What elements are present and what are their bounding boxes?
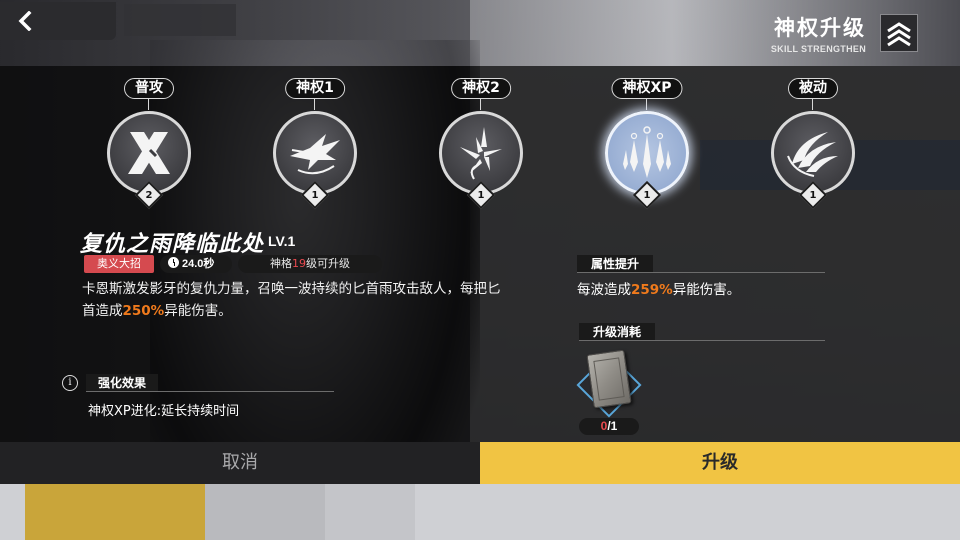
attribute-text: 每波造成259%异能伤害。 [577,282,741,298]
damage-value: 250% [122,303,165,319]
enhance-text: 神权XP进化:延长持续时间 [88,404,240,419]
ultimate-tag: 奥义大招 [84,255,154,273]
background-bottom-bar [0,484,960,540]
upgrade-button[interactable]: 升级 [480,442,960,484]
skill-description: 卡恩斯激发影牙的复仇力量，召唤一波持续的匕首雨攻击敌人，每把匕首造成250%异能… [82,281,501,319]
skill-label: 普攻 [124,78,174,99]
skill-label: 被动 [788,78,838,99]
claw-vortex-icon [787,132,838,177]
cooldown-value: 24.0秒 [182,258,215,270]
title-block: 神权升级 SKILL STRENGTHEN [771,12,866,54]
back-button[interactable] [0,2,116,40]
upgrade-requirement-tag: 神格19级可升级 [238,255,382,273]
cancel-button[interactable]: 取消 [0,442,480,484]
skill-label: 神权XP [611,78,683,99]
skill-tab-skill-1[interactable]: 神权1 1 [270,78,360,210]
required-level: 19 [292,257,306,270]
clock-icon [168,257,179,268]
attribute-title: 属性提升 [577,255,654,273]
rank-badge [880,14,918,52]
skill-label: 神权1 [285,78,345,99]
page-title: 神权升级 [774,16,866,40]
required-count: /1 [607,419,618,433]
dagger-burst-icon [460,127,502,180]
divider [86,391,334,392]
beast-slash-icon [290,134,340,175]
dagger-rain-icon [623,126,671,178]
skill-level-text: LV.1 [268,233,296,249]
skill-book-icon [586,349,632,409]
crossed-blades-icon [128,132,170,174]
cost-item-slot[interactable] [576,349,642,418]
info-icon[interactable]: i [62,375,78,391]
skill-tab-skill-xp[interactable]: 神权XP 1 [602,78,692,210]
page-subtitle: SKILL STRENGTHEN [770,44,866,54]
chevron-rank-icon [887,22,911,47]
skill-label: 神权2 [451,78,511,99]
skill-tab-normal-attack[interactable]: 普攻 2 [104,78,194,210]
cooldown-tag: 24.0秒 [160,255,232,273]
skill-name: 复仇之雨降临此处 [80,232,265,257]
skill-tab-skill-2[interactable]: 神权2 1 [436,78,526,210]
cost-title: 升级消耗 [579,323,656,341]
top-tab[interactable] [124,4,236,36]
top-bar: 神权升级 SKILL STRENGTHEN [0,0,960,66]
item-count: 0/1 [579,418,639,435]
attribute-value: 259% [631,282,673,298]
skill-tab-passive[interactable]: 被动 1 [768,78,858,210]
divider [579,340,825,341]
divider [577,272,825,273]
back-arrow-icon [18,11,32,31]
enhance-title: 强化效果 [86,374,159,392]
